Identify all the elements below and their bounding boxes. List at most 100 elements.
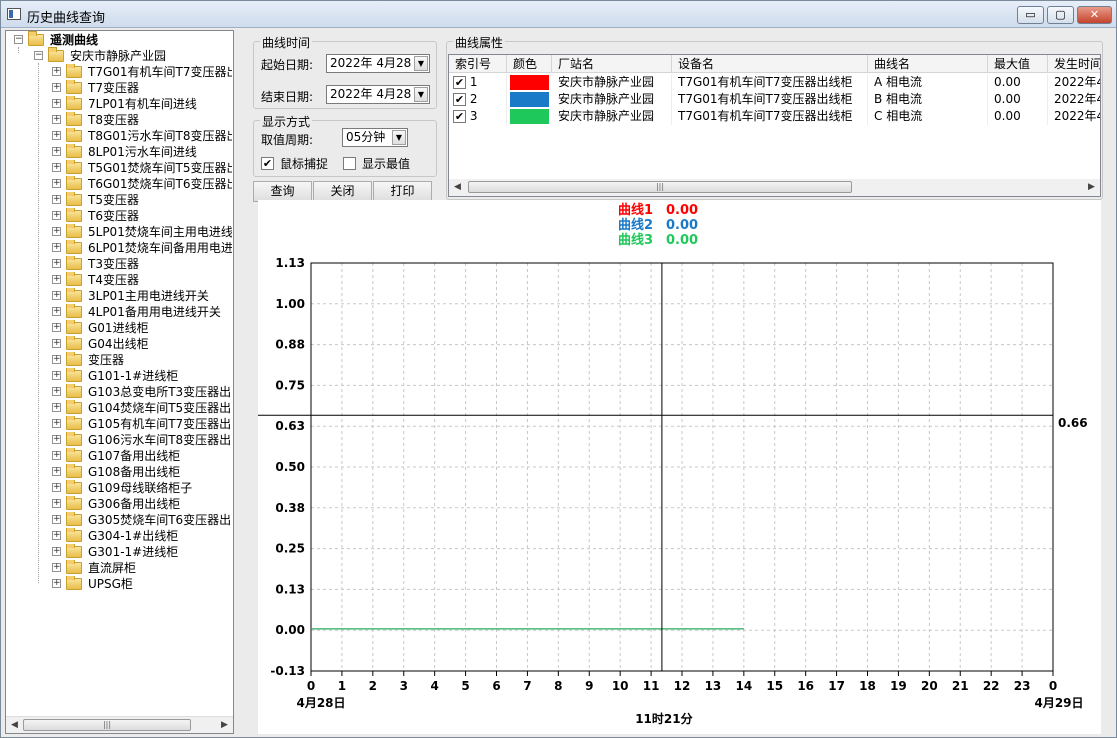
expand-icon[interactable]: + bbox=[52, 179, 61, 188]
tree-item[interactable]: +5LP01焚烧车间主用电进线 bbox=[52, 224, 232, 240]
tree-item[interactable]: + T8变压器 bbox=[52, 112, 232, 128]
tree-item[interactable]: + G301-1#进线柜 bbox=[52, 544, 232, 560]
expand-icon[interactable]: + bbox=[52, 131, 61, 140]
expand-icon[interactable]: + bbox=[52, 147, 61, 156]
end-date-picker[interactable]: 2022年 4月28 ▼ bbox=[326, 85, 430, 104]
expand-icon[interactable]: + bbox=[52, 531, 61, 540]
tree-item[interactable]: + G104焚烧车间T5变压器出 bbox=[52, 400, 232, 416]
device-tree[interactable]: − 遥测曲线 − 安庆市静脉产业园 + T7G01有机车间T7变压器出 + T7变压器… bbox=[5, 30, 234, 734]
expand-icon[interactable]: + bbox=[52, 563, 61, 572]
scrollbar-thumb[interactable]: ||| bbox=[468, 181, 852, 193]
expand-icon[interactable]: + bbox=[52, 99, 61, 108]
column-header[interactable]: 最大值 bbox=[988, 55, 1048, 73]
tree-item[interactable]: + G108备用出线柜 bbox=[52, 464, 232, 480]
tree-item[interactable]: + G04出线柜 bbox=[52, 336, 232, 352]
expand-icon[interactable]: + bbox=[52, 403, 61, 412]
index-cell[interactable]: ✔ 3 bbox=[449, 108, 507, 125]
tree-item[interactable]: + G304-1#出线柜 bbox=[52, 528, 232, 544]
table-row[interactable]: ✔ 3 安庆市静脉产业园 T7G01有机车间T7变压器出线柜 C 相电流 0.00 202… bbox=[449, 108, 1100, 125]
tree-item[interactable]: + G103总变电所T3变压器出 bbox=[52, 384, 232, 400]
expand-icon[interactable]: + bbox=[52, 387, 61, 396]
expand-icon[interactable]: + bbox=[52, 483, 61, 492]
color-swatch[interactable] bbox=[510, 75, 549, 90]
table-row[interactable]: ✔ 2 安庆市静脉产业园 T7G01有机车间T7变压器出线柜 B 相电流 0.00 202… bbox=[449, 91, 1100, 108]
tree-item[interactable]: + T6G01焚烧车间T6变压器出 bbox=[52, 176, 232, 192]
maximize-button[interactable]: ▢ bbox=[1047, 6, 1074, 24]
curve-visible-checkbox[interactable]: ✔ bbox=[453, 76, 466, 89]
scroll-left-icon[interactable]: ◀ bbox=[6, 717, 23, 734]
chart-area[interactable]: 曲线1 0.00 曲线2 0.00 曲线3 0.00 1.13 1.00 0.88 0.75 0.6… bbox=[258, 200, 1101, 734]
tree-item[interactable]: + G101-1#进线柜 bbox=[52, 368, 232, 384]
tree-item[interactable]: + T8G01污水车间T8变压器出 bbox=[52, 128, 232, 144]
tree-item[interactable]: + T5G01焚烧车间T5变压器出 bbox=[52, 160, 232, 176]
table-row[interactable]: ✔ 1 安庆市静脉产业园 T7G01有机车间T7变压器出线柜 A 相电流 0.00 202… bbox=[449, 74, 1100, 91]
collapse-icon[interactable]: − bbox=[34, 51, 43, 60]
expand-icon[interactable]: + bbox=[52, 83, 61, 92]
collapse-icon[interactable]: − bbox=[14, 35, 23, 44]
tree-item[interactable]: +6LP01焚烧车间备用用电进 bbox=[52, 240, 232, 256]
column-header[interactable]: 发生时间 bbox=[1048, 55, 1100, 73]
history-chart[interactable]: 曲线1 0.00 曲线2 0.00 曲线3 0.00 1.13 1.00 0.88 0.75 0.6… bbox=[258, 200, 1101, 734]
tree-item[interactable]: + G01进线柜 bbox=[52, 320, 232, 336]
scroll-right-icon[interactable]: ▶ bbox=[1083, 179, 1100, 196]
expand-icon[interactable]: + bbox=[52, 515, 61, 524]
table-horizontal-scrollbar[interactable]: ◀ ||| ▶ bbox=[449, 179, 1100, 196]
query-button[interactable]: 查询 bbox=[253, 181, 312, 202]
expand-icon[interactable]: + bbox=[52, 291, 61, 300]
scroll-right-icon[interactable]: ▶ bbox=[216, 717, 233, 734]
tree-station[interactable]: − 安庆市静脉产业园 bbox=[32, 47, 232, 64]
column-header[interactable]: 厂站名 bbox=[552, 55, 672, 73]
expand-icon[interactable]: + bbox=[52, 227, 61, 236]
tree-item[interactable]: + G105有机车间T7变压器出 bbox=[52, 416, 232, 432]
dropdown-arrow-icon[interactable]: ▼ bbox=[414, 87, 428, 102]
expand-icon[interactable]: + bbox=[52, 307, 61, 316]
color-swatch[interactable] bbox=[510, 92, 549, 107]
minimize-button[interactable]: ▭ bbox=[1017, 6, 1044, 24]
expand-icon[interactable]: + bbox=[52, 243, 61, 252]
tree-item[interactable]: +3LP01主用电进线开关 bbox=[52, 288, 232, 304]
expand-icon[interactable]: + bbox=[52, 579, 61, 588]
expand-icon[interactable]: + bbox=[52, 499, 61, 508]
curve-visible-checkbox[interactable]: ✔ bbox=[453, 93, 466, 106]
expand-icon[interactable]: + bbox=[52, 355, 61, 364]
tree-root[interactable]: − 遥测曲线 bbox=[12, 31, 232, 48]
tree-item[interactable]: + 直流屏柜 bbox=[52, 560, 232, 576]
tree-item[interactable]: +8LP01污水车间进线 bbox=[52, 144, 232, 160]
tree-item[interactable]: + 变压器 bbox=[52, 352, 232, 368]
expand-icon[interactable]: + bbox=[52, 259, 61, 268]
tree-item[interactable]: + T3变压器 bbox=[52, 256, 232, 272]
scrollbar-thumb[interactable]: ||| bbox=[23, 719, 191, 731]
tree-horizontal-scrollbar[interactable]: ◀ ||| ▶ bbox=[6, 716, 233, 733]
expand-icon[interactable]: + bbox=[52, 67, 61, 76]
expand-icon[interactable]: + bbox=[52, 547, 61, 556]
expand-icon[interactable]: + bbox=[52, 211, 61, 220]
color-swatch[interactable] bbox=[510, 109, 549, 124]
column-header[interactable]: 索引号 bbox=[449, 55, 507, 73]
expand-icon[interactable]: + bbox=[52, 163, 61, 172]
expand-icon[interactable]: + bbox=[52, 435, 61, 444]
index-cell[interactable]: ✔ 2 bbox=[449, 91, 507, 108]
start-date-picker[interactable]: 2022年 4月28 ▼ bbox=[326, 54, 430, 73]
index-cell[interactable]: ✔ 1 bbox=[449, 74, 507, 91]
expand-icon[interactable]: + bbox=[52, 115, 61, 124]
tree-item[interactable]: + G306备用出线柜 bbox=[52, 496, 232, 512]
expand-icon[interactable]: + bbox=[52, 451, 61, 460]
expand-icon[interactable]: + bbox=[52, 339, 61, 348]
tree-item[interactable]: + T7G01有机车间T7变压器出 bbox=[52, 64, 232, 80]
tree-item[interactable]: + T4变压器 bbox=[52, 272, 232, 288]
show-max-checkbox[interactable] bbox=[343, 157, 356, 170]
tree-item[interactable]: + G107备用出线柜 bbox=[52, 448, 232, 464]
tree-item[interactable]: + UPSG柜 bbox=[52, 576, 232, 592]
scroll-left-icon[interactable]: ◀ bbox=[449, 179, 466, 196]
tree-item[interactable]: + T6变压器 bbox=[52, 208, 232, 224]
print-button[interactable]: 打印 bbox=[373, 181, 432, 202]
curve-visible-checkbox[interactable]: ✔ bbox=[453, 110, 466, 123]
mouse-capture-checkbox[interactable]: ✔ bbox=[261, 157, 274, 170]
tree-item[interactable]: + G305焚烧车间T6变压器出 bbox=[52, 512, 232, 528]
dropdown-arrow-icon[interactable]: ▼ bbox=[392, 130, 406, 145]
expand-icon[interactable]: + bbox=[52, 419, 61, 428]
tree-item[interactable]: +7LP01有机车间进线 bbox=[52, 96, 232, 112]
close-button[interactable]: 关闭 bbox=[313, 181, 372, 202]
expand-icon[interactable]: + bbox=[52, 195, 61, 204]
expand-icon[interactable]: + bbox=[52, 275, 61, 284]
